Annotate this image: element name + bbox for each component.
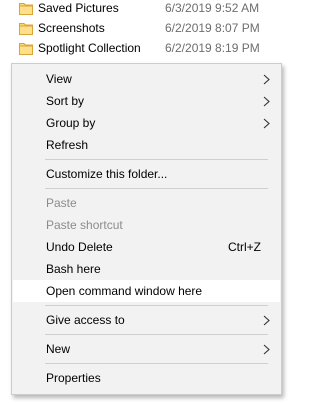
- menu-item-label: Open command window here: [46, 284, 203, 298]
- file-list-item[interactable]: Screenshots 6/2/2019 8:07 PM: [0, 20, 295, 40]
- menu-separator: [45, 334, 268, 335]
- menu-item-label: Properties: [46, 371, 101, 385]
- menu-item-open-command-window[interactable]: Open command window here: [13, 280, 280, 302]
- menu-item-label: Refresh: [46, 138, 89, 152]
- file-date-modified: 6/2/2019 8:19 PM: [165, 41, 260, 55]
- menu-item-label: Paste shortcut: [46, 218, 123, 232]
- menu-separator: [45, 363, 268, 364]
- file-name: Saved Pictures: [38, 1, 119, 15]
- menu-item-paste: Paste: [13, 192, 280, 214]
- chevron-right-icon: [263, 74, 270, 85]
- folder-icon: [19, 23, 33, 35]
- menu-item-label: Customize this folder...: [46, 167, 168, 181]
- folder-icon: [19, 43, 33, 55]
- menu-item-refresh[interactable]: Refresh: [13, 134, 280, 156]
- menu-item-give-access-to[interactable]: Give access to: [13, 309, 280, 331]
- menu-item-label: Give access to: [46, 313, 125, 327]
- file-list-item[interactable]: Saved Pictures 6/3/2019 9:52 AM: [0, 0, 295, 20]
- menu-item-customize-folder[interactable]: Customize this folder...: [13, 163, 280, 185]
- file-name: Screenshots: [38, 21, 105, 35]
- chevron-right-icon: [263, 118, 270, 129]
- menu-item-paste-shortcut: Paste shortcut: [13, 214, 280, 236]
- menu-item-label: Paste: [46, 196, 77, 210]
- file-list-item[interactable]: Spotlight Collection 6/2/2019 8:19 PM: [0, 40, 295, 60]
- menu-item-label: New: [46, 342, 71, 356]
- menu-item-group-by[interactable]: Group by: [13, 112, 280, 134]
- chevron-right-icon: [263, 315, 270, 326]
- keyboard-shortcut: Ctrl+Z: [228, 240, 261, 254]
- chevron-right-icon: [263, 96, 270, 107]
- menu-separator: [45, 159, 268, 160]
- menu-item-label: Undo Delete: [46, 240, 113, 254]
- menu-item-view[interactable]: View: [13, 68, 280, 90]
- menu-item-label: View: [46, 72, 72, 86]
- menu-item-label: Bash here: [46, 262, 101, 276]
- menu-item-label: Group by: [46, 116, 96, 130]
- menu-separator: [45, 305, 268, 306]
- menu-item-label: Sort by: [46, 94, 85, 108]
- file-name: Spotlight Collection: [38, 41, 141, 55]
- menu-item-new[interactable]: New: [13, 338, 280, 360]
- menu-item-properties[interactable]: Properties: [13, 367, 280, 389]
- file-explorer-pane: Saved Pictures 6/3/2019 9:52 AM Screensh…: [0, 0, 295, 403]
- menu-item-undo-delete[interactable]: Undo Delete Ctrl+Z: [13, 236, 280, 258]
- menu-item-bash-here[interactable]: Bash here: [13, 258, 280, 280]
- file-date-modified: 6/2/2019 8:07 PM: [165, 21, 260, 35]
- chevron-right-icon: [263, 344, 270, 355]
- file-date-modified: 6/3/2019 9:52 AM: [165, 1, 260, 15]
- folder-icon: [19, 3, 33, 15]
- menu-separator: [45, 188, 268, 189]
- context-menu: View Sort by Group by Refresh Customize …: [11, 63, 282, 395]
- menu-item-sort-by[interactable]: Sort by: [13, 90, 280, 112]
